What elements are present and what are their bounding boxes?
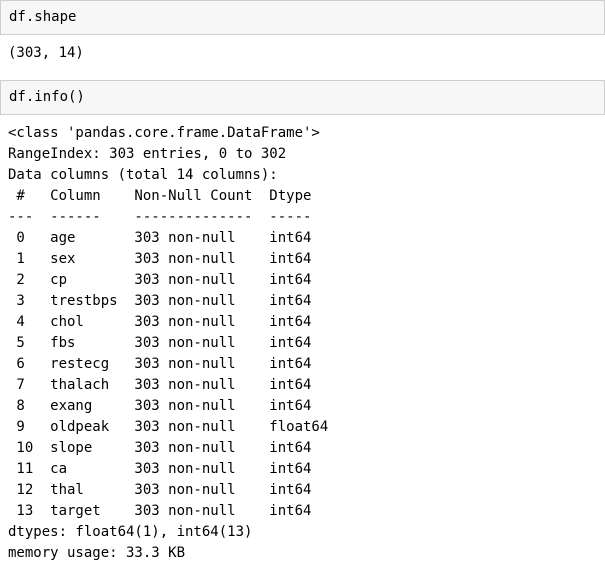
info-datacols-line: Data columns (total 14 columns):	[8, 167, 278, 183]
info-memory-line: memory usage: 33.3 KB	[8, 545, 185, 561]
table-row: 0 age 303 non-null int64	[8, 230, 328, 246]
code-cell-input-info[interactable]: df.info()	[0, 80, 605, 115]
info-dtypes-line: dtypes: float64(1), int64(13)	[8, 524, 252, 540]
table-row: 1 sex 303 non-null int64	[8, 251, 328, 267]
table-row: 12 thal 303 non-null int64	[8, 482, 328, 498]
code-cell-output-shape: (303, 14)	[0, 35, 605, 80]
code-cell-input-shape[interactable]: df.shape	[0, 0, 605, 35]
info-divider-row: --- ------ -------------- -----	[8, 209, 328, 225]
table-row: 5 fbs 303 non-null int64	[8, 335, 328, 351]
table-row: 4 chol 303 non-null int64	[8, 314, 328, 330]
table-row: 7 thalach 303 non-null int64	[8, 377, 328, 393]
table-row: 13 target 303 non-null int64	[8, 503, 328, 519]
info-range-line: RangeIndex: 303 entries, 0 to 302	[8, 146, 286, 162]
table-row: 3 trestbps 303 non-null int64	[8, 293, 328, 309]
info-header-row: # Column Non-Null Count Dtype	[8, 188, 328, 204]
code-cell-output-info: <class 'pandas.core.frame.DataFrame'> Ra…	[0, 115, 605, 580]
table-row: 11 ca 303 non-null int64	[8, 461, 328, 477]
table-row: 6 restecg 303 non-null int64	[8, 356, 328, 372]
table-row: 8 exang 303 non-null int64	[8, 398, 328, 414]
table-row: 10 slope 303 non-null int64	[8, 440, 328, 456]
info-class-line: <class 'pandas.core.frame.DataFrame'>	[8, 125, 320, 141]
table-row: 2 cp 303 non-null int64	[8, 272, 328, 288]
table-row: 9 oldpeak 303 non-null float64	[8, 419, 328, 435]
